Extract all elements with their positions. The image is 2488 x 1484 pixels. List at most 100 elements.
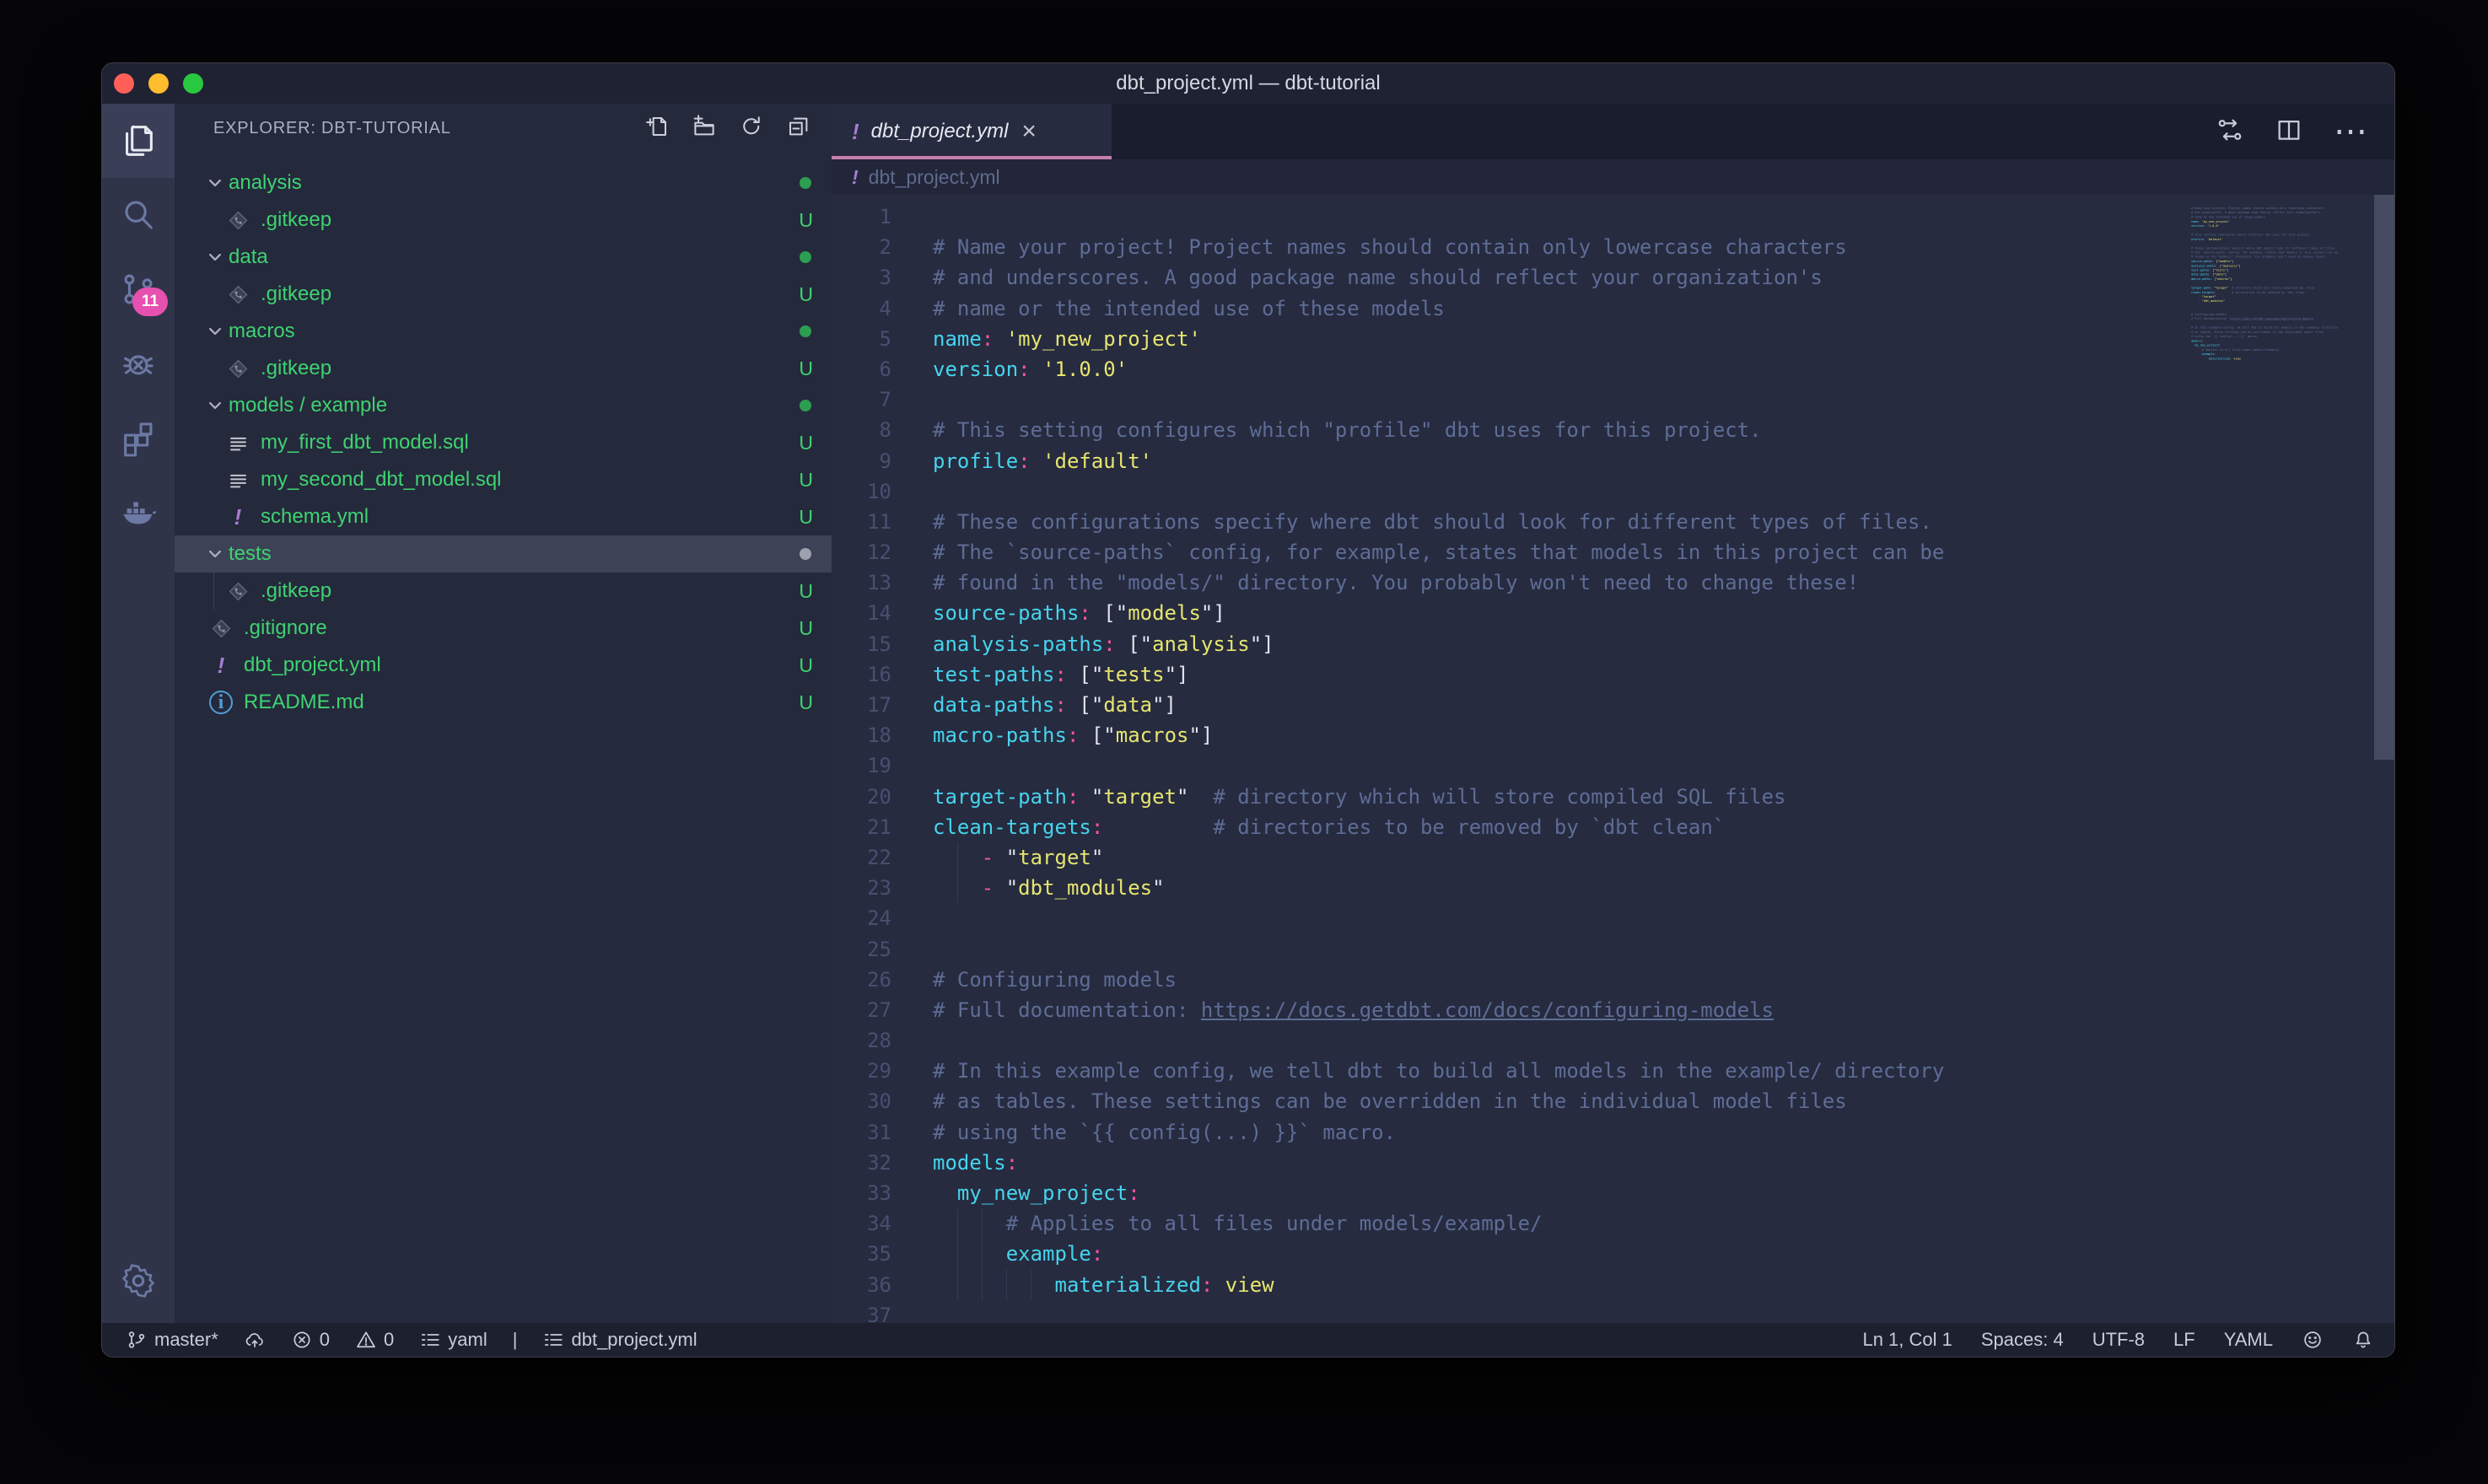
activity-item-explorer[interactable] [102,104,175,178]
tree-file-schema-yml[interactable]: ! schema.yml U [175,498,832,535]
git-status-untracked: U [799,580,813,603]
status-right-yaml[interactable]: YAML [2224,1329,2273,1351]
tree-file--gitkeep[interactable]: .gitkeep U [175,350,832,387]
tree-file--gitkeep[interactable]: .gitkeep U [175,276,832,313]
code-token: # directories to be removed by `dbt clea… [2232,291,2306,294]
tree-file-my-first-dbt-model-sql[interactable]: my_first_dbt_model.sql U [175,424,832,461]
tree-file--gitignore[interactable]: .gitignore U [175,610,832,647]
status-right-feedback-smiley[interactable] [2302,1329,2324,1351]
breadcrumb[interactable]: ! dbt_project.yml [832,159,2394,195]
code-token [1188,785,1213,809]
code-token: source-paths [2191,260,2212,263]
code-line-8: 8# This setting configures which "profil… [832,415,1944,445]
code-token [1079,723,1091,747]
status-right-spaces-4[interactable]: Spaces: 4 [1981,1329,2064,1351]
line-number: 19 [832,750,891,781]
status-left-publish-cloud[interactable] [244,1329,266,1351]
activity-item-settings[interactable] [102,1244,175,1318]
code-token: target-path [933,785,1067,809]
indent-guide [982,1208,983,1239]
code-token: '1.0.0' [1042,358,1128,381]
git-file-icon [227,358,250,380]
tree-file-dbt-project-yml[interactable]: ! dbt_project.yml U [175,647,832,684]
tree-folder-macros[interactable]: macros [175,313,832,350]
tab-dbt-project-yml[interactable]: ! dbt_project.yml × [832,104,1112,159]
code-line-1: 1 [832,202,1944,232]
chevron-down-icon [203,542,229,566]
code-token: name [2191,220,2198,223]
tree-folder-data[interactable]: data [175,239,832,276]
file-tree: analysis .gitkeep U data .gitkeep U macr… [175,164,832,721]
code-line-32: 32models: [832,1148,1944,1178]
code-token [2191,352,2202,356]
titlebar: dbt_project.yml — dbt-tutorial [102,63,2394,104]
code-token: # Full documentation: [933,998,1201,1022]
activity-item-debug[interactable] [102,326,175,401]
status-left-0[interactable]: 0 [355,1329,394,1351]
code-token: [" [1128,632,1152,656]
info-icon: i [209,691,233,714]
code-token: "] [1250,632,1274,656]
code-token: # Name your project! Project names shoul… [2191,207,2324,210]
line-number: 10 [832,476,891,507]
tree-file-my-second-dbt-model-sql[interactable]: my_second_dbt_model.sql U [175,461,832,498]
code-token: example [2202,352,2215,356]
tree-file--gitkeep[interactable]: .gitkeep U [175,202,832,239]
status-right-lf[interactable]: LF [2173,1329,2195,1351]
vertical-scrollbar[interactable] [2374,195,2394,760]
code-token: "] [1188,723,1213,747]
code-lines: 12 # Name your project! Project names sho… [832,202,1944,1323]
activity-item-docker[interactable] [102,475,175,549]
line-number: 13 [832,567,891,598]
activity-item-search[interactable] [102,178,175,252]
code-line-36: 36 materialized: view [832,1270,1944,1300]
activity-item-source-control[interactable]: 11 [102,252,175,326]
doc-link[interactable]: https://docs.getdbt.com/docs/configuring… [2230,317,2313,320]
status-right-notifications-bell[interactable] [2352,1329,2374,1351]
tree-file--gitkeep[interactable]: .gitkeep U [175,573,832,610]
tab-bar: ! dbt_project.yml × ⋯ [832,104,2394,159]
status-left-yaml[interactable]: yaml [419,1329,487,1351]
status-right-utf-8[interactable]: UTF-8 [2092,1329,2145,1351]
indent-guide [957,1270,958,1300]
tree-folder-models-example[interactable]: models / example [175,387,832,424]
line-number: 2 [832,232,891,262]
code-editor[interactable]: 12 # Name your project! Project names sho… [832,195,2394,1323]
new-file-button[interactable] [644,114,670,143]
code-token: view [1225,1273,1274,1297]
status-left-dbt-project-yml[interactable]: dbt_project.yml [542,1329,697,1351]
breadcrumb-item-filename[interactable]: dbt_project.yml [869,166,1000,189]
collapse-folders-button[interactable] [786,114,811,143]
doc-link[interactable]: https://docs.getdbt.com/docs/configuring… [1201,998,1774,1022]
open-changes-button[interactable] [2216,116,2244,148]
code-token: analysis [2223,264,2238,267]
tree-folder-tests[interactable]: tests [175,535,832,573]
split-editor-button[interactable] [2275,116,2303,148]
code-token [2216,291,2232,294]
refresh-explorer-icon [739,114,764,139]
debug-icon [119,344,158,383]
tree-file-readme-md[interactable]: i README.md U [175,684,832,721]
code-token: # The `source-paths` config, for example… [933,540,1944,564]
code-token: : [2220,343,2221,347]
new-folder-button[interactable] [692,114,717,143]
code-token: profile [2191,238,2204,241]
refresh-explorer-button[interactable] [739,114,764,143]
line-number: 25 [832,934,891,965]
scm-changes-badge: 11 [132,288,168,316]
code-token: # Name your project! Project names shoul… [933,235,1847,259]
status-left-0[interactable]: 0 [291,1329,330,1351]
code-token: version [2191,224,2204,228]
code-token: "] [1165,663,1189,686]
status-left-master-[interactable]: master* [126,1329,218,1351]
line-number: 35 [832,1239,891,1269]
status-label: UTF-8 [2092,1329,2145,1351]
status-left: master* 0 0 yaml | dbt_project.yml [126,1329,723,1351]
close-tab-icon[interactable]: × [1021,119,1037,144]
status-right-ln-1-col-1[interactable]: Ln 1, Col 1 [1862,1329,1952,1351]
tree-folder-analysis[interactable]: analysis [175,164,832,202]
code-token: " [1091,785,1103,809]
minimap[interactable]: # Name your project! Project names shoul… [2185,202,2372,589]
code-line-12: 12# The `source-paths` config, for examp… [832,537,1944,567]
activity-item-extensions[interactable] [102,401,175,475]
